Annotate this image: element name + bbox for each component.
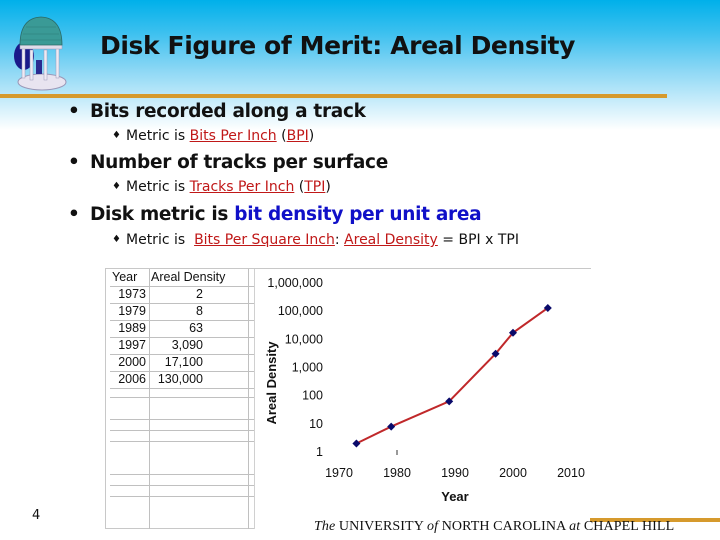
link-bpi[interactable]: BPI — [287, 128, 309, 144]
table-cell-year[interactable]: 2000 — [110, 354, 146, 371]
link-bits-per-inch[interactable]: Bits Per Inch — [190, 128, 277, 144]
bullet-1: • Bits recorded along a track — [68, 101, 366, 122]
diamond-bullet-icon: ♦ — [112, 130, 121, 141]
table-cell-year[interactable]: 2006 — [110, 371, 146, 388]
diamond-bullet-icon: ♦ — [112, 234, 121, 245]
bullet-3-emphasis: bit density per unit area — [234, 204, 482, 225]
link-bits-per-square-inch[interactable]: Bits Per Square Inch — [194, 232, 335, 248]
slide-title: Disk Figure of Merit: Areal Density — [100, 31, 575, 60]
embedded-spreadsheet[interactable]: Year Areal Density 1973 2 1979 8 1989 63… — [105, 268, 591, 529]
table-cell-year[interactable]: 1979 — [110, 303, 146, 320]
bullet-dot-icon: • — [68, 152, 80, 173]
grid-line — [248, 269, 249, 529]
grid-line — [110, 430, 265, 431]
grid-line — [110, 397, 265, 398]
grid-line — [110, 441, 265, 442]
link-tpi[interactable]: TPI — [304, 179, 325, 195]
page-number: 4 — [32, 508, 41, 523]
chart-panel[interactable] — [254, 269, 591, 529]
table-cell-year[interactable]: 1997 — [110, 337, 146, 354]
table-cell-year[interactable]: 1989 — [110, 320, 146, 337]
table-cell-year[interactable]: 1973 — [110, 286, 146, 303]
old-well-logo-icon — [14, 16, 67, 91]
grid-line — [110, 388, 265, 389]
table-cell-density[interactable]: 63 — [151, 320, 203, 337]
grid-line — [149, 269, 150, 529]
diamond-bullet-icon: ♦ — [112, 181, 121, 192]
table-cell-density[interactable]: 2 — [151, 286, 203, 303]
university-footer: The UNIVERSITY of NORTH CAROLINA at CHAP… — [314, 519, 675, 534]
bullet-3-text: Disk metric is — [90, 204, 235, 225]
bullet-1-text: Bits recorded along a track — [90, 101, 366, 122]
sub-bullet-3: ♦ Metric is Bits Per Square Inch: Areal D… — [112, 232, 519, 248]
bullet-dot-icon: • — [68, 204, 80, 225]
grid-line — [110, 474, 265, 475]
bullet-2: • Number of tracks per surface — [68, 152, 388, 173]
bullet-3: • Disk metric is bit density per unit are… — [68, 204, 482, 225]
grid-line — [110, 496, 265, 497]
table-cell-density[interactable]: 3,090 — [151, 337, 203, 354]
bullet-2-text: Number of tracks per surface — [90, 152, 388, 173]
table-cell-density[interactable]: 8 — [151, 303, 203, 320]
link-tracks-per-inch[interactable]: Tracks Per Inch — [190, 179, 295, 195]
table-header-year[interactable]: Year — [112, 269, 137, 286]
table-header-areal-density[interactable]: Areal Density — [151, 269, 225, 286]
table-cell-density[interactable]: 130,000 — [151, 371, 203, 388]
sub-bullet-2: ♦ Metric is Tracks Per Inch (TPI) — [112, 179, 331, 195]
link-areal-density[interactable]: Areal Density — [344, 232, 438, 248]
header-divider — [0, 94, 667, 98]
table-cell-density[interactable]: 17,100 — [151, 354, 203, 371]
grid-line — [110, 485, 265, 486]
sub-bullet-1: ♦ Metric is Bits Per Inch (BPI) — [112, 128, 315, 144]
grid-line — [110, 419, 265, 420]
bullet-dot-icon: • — [68, 101, 80, 122]
